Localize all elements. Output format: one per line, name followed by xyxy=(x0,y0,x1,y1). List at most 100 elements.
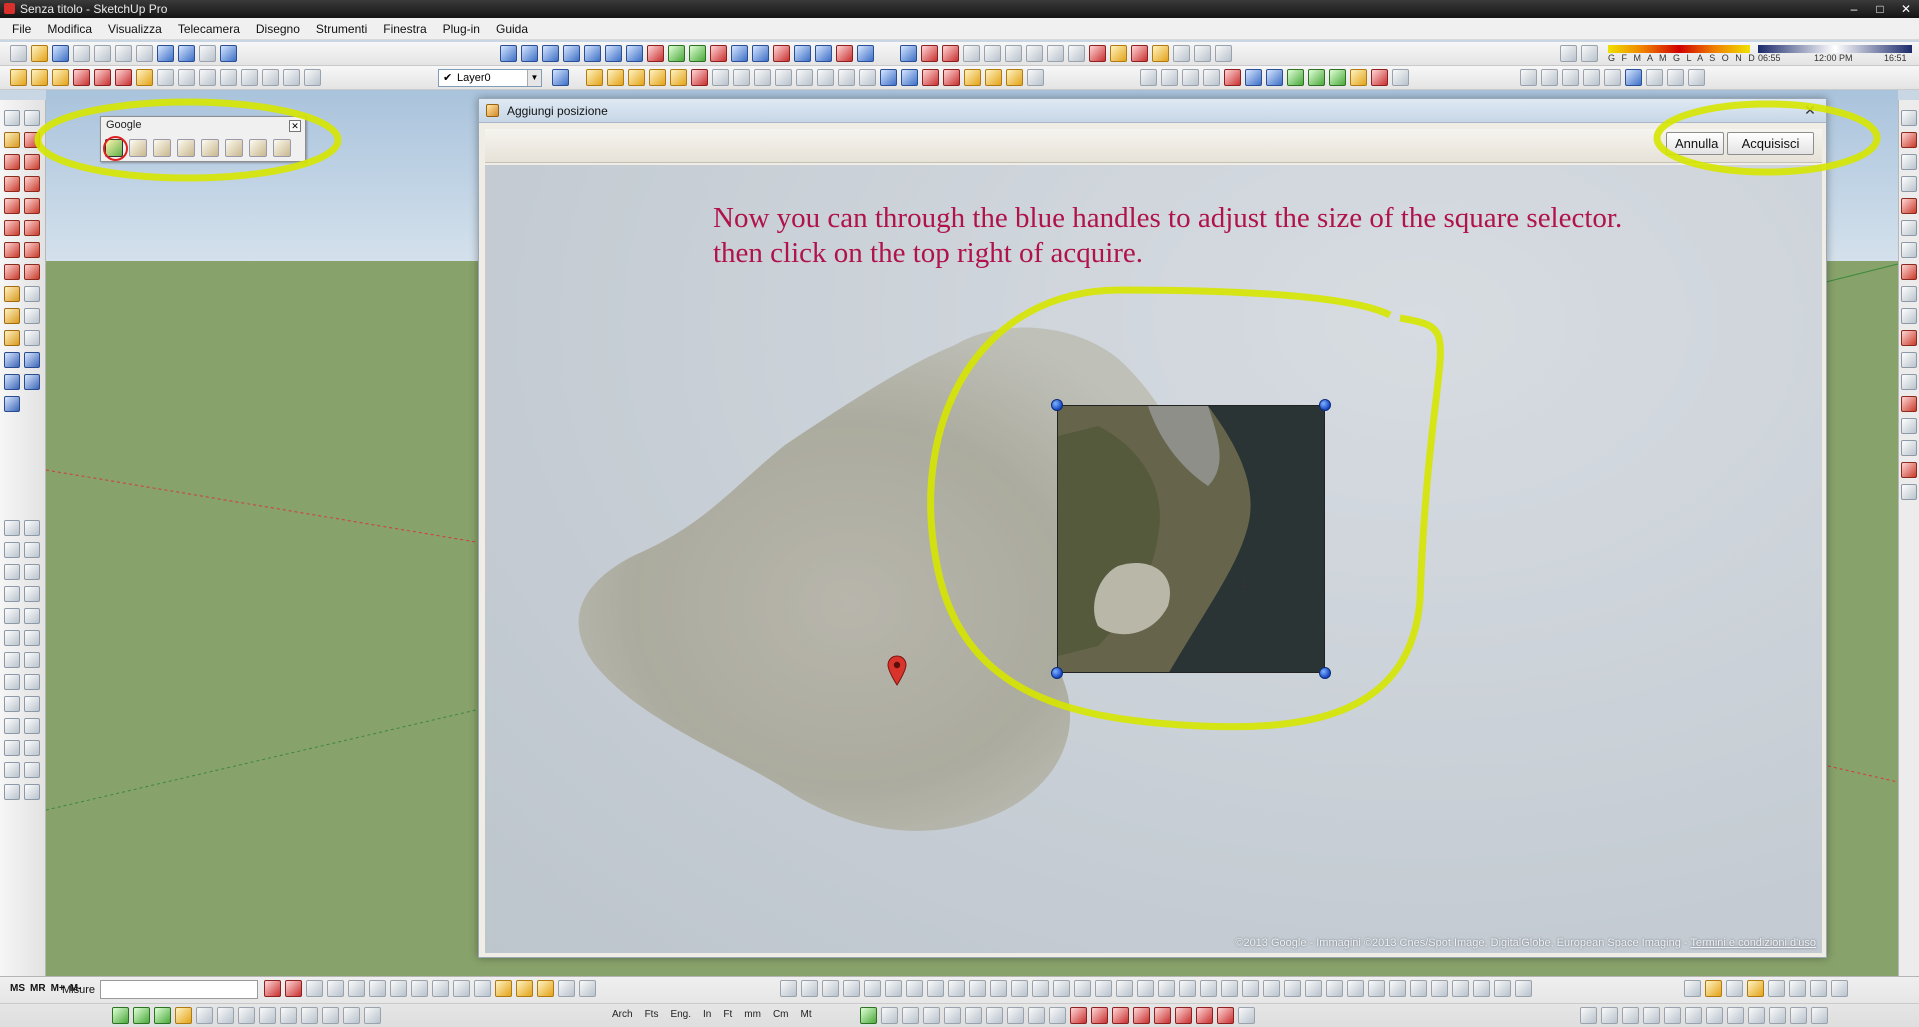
pattern-4-icon[interactable] xyxy=(1643,1007,1660,1024)
right-tool-4-icon[interactable] xyxy=(1901,176,1917,192)
extension-tool-3-icon[interactable] xyxy=(4,542,20,558)
undo-icon[interactable] xyxy=(157,45,174,62)
thicken-icon[interactable] xyxy=(1368,980,1385,997)
pattern-9-icon[interactable] xyxy=(1748,1007,1765,1024)
cut-icon[interactable] xyxy=(73,45,90,62)
minimize-button[interactable]: – xyxy=(1841,0,1867,18)
array-icon[interactable] xyxy=(990,980,1007,997)
pattern-6-icon[interactable] xyxy=(1685,1007,1702,1024)
extension-tool-15-icon[interactable] xyxy=(4,674,20,690)
dome-icon[interactable] xyxy=(537,980,554,997)
left-view-icon[interactable] xyxy=(1068,45,1085,62)
right-tool-7-icon[interactable] xyxy=(1901,242,1917,258)
right-tool-6-icon[interactable] xyxy=(1901,220,1917,236)
camera-position-icon[interactable] xyxy=(157,69,174,86)
erase-icon[interactable] xyxy=(136,45,153,62)
photo-textures-icon[interactable] xyxy=(177,139,195,157)
stitch-icon[interactable] xyxy=(1431,980,1448,997)
trim-icon[interactable] xyxy=(670,69,687,86)
cylinder-icon[interactable] xyxy=(985,69,1002,86)
orient-faces-icon[interactable] xyxy=(901,69,918,86)
extension-tool-21-icon[interactable] xyxy=(4,740,20,756)
get-models-icon[interactable] xyxy=(225,139,243,157)
chevron-down-icon[interactable]: ▼ xyxy=(527,70,541,86)
dimension-linear-icon[interactable] xyxy=(881,1007,898,1024)
circle-draw-icon[interactable] xyxy=(4,176,20,192)
xray-icon[interactable] xyxy=(10,69,27,86)
solid-split-icon[interactable] xyxy=(691,69,708,86)
extension-tool-26-icon[interactable] xyxy=(24,784,40,800)
red-spiral-icon[interactable] xyxy=(1133,1007,1150,1024)
red-curve-icon[interactable] xyxy=(1112,1007,1129,1024)
extension-tool-10-icon[interactable] xyxy=(24,608,40,624)
paint-icon[interactable] xyxy=(1287,69,1304,86)
ellipse-icon[interactable] xyxy=(710,45,727,62)
next-view-icon[interactable] xyxy=(283,69,300,86)
tape-measure-icon[interactable] xyxy=(4,286,20,302)
join-icon[interactable] xyxy=(857,45,874,62)
time-slider[interactable] xyxy=(1758,45,1912,53)
pattern-2-icon[interactable] xyxy=(1601,1007,1618,1024)
extrude-icon[interactable] xyxy=(794,45,811,62)
wave-icon[interactable] xyxy=(1242,980,1259,997)
drape-icon[interactable] xyxy=(1173,45,1190,62)
unhide-icon[interactable] xyxy=(838,69,855,86)
component-icon[interactable] xyxy=(775,69,792,86)
extension-tool-5-icon[interactable] xyxy=(4,564,20,580)
make-face-icon[interactable] xyxy=(922,69,939,86)
unit-eng-button[interactable]: Eng. xyxy=(670,1009,691,1020)
zoom-extents-icon[interactable] xyxy=(241,69,258,86)
front-view-icon[interactable] xyxy=(1005,45,1022,62)
freehand-icon[interactable] xyxy=(521,45,538,62)
fold-icon[interactable] xyxy=(1284,980,1301,997)
right-tool-8-icon[interactable] xyxy=(1901,264,1917,280)
rotate-icon[interactable] xyxy=(921,45,938,62)
ring-icon[interactable] xyxy=(432,980,449,997)
text-label-icon[interactable] xyxy=(1161,69,1178,86)
lattice-icon[interactable] xyxy=(885,980,902,997)
scale-icon[interactable] xyxy=(1095,980,1112,997)
menu-strumenti[interactable]: Strumenti xyxy=(308,18,375,40)
align-icon[interactable] xyxy=(1053,980,1070,997)
extension-tool-23-icon[interactable] xyxy=(4,762,20,778)
spiral-icon[interactable] xyxy=(689,45,706,62)
back-edges-icon[interactable] xyxy=(31,69,48,86)
square-selector[interactable] xyxy=(1057,405,1325,673)
right-tool-10-icon[interactable] xyxy=(1901,308,1917,324)
unit-in-button[interactable]: In xyxy=(703,1009,711,1020)
rectangle-icon[interactable] xyxy=(626,45,643,62)
selector-handle-top-right[interactable] xyxy=(1319,399,1331,411)
pattern-11-icon[interactable] xyxy=(1790,1007,1807,1024)
pan-tool-icon[interactable] xyxy=(24,352,40,368)
window-icon[interactable] xyxy=(1452,980,1469,997)
split-icon[interactable] xyxy=(836,45,853,62)
history-icon[interactable] xyxy=(327,980,344,997)
menu-visualizza[interactable]: Visualizza xyxy=(100,18,170,40)
cleanup-icon[interactable] xyxy=(943,69,960,86)
rectangle-icon[interactable] xyxy=(4,154,20,170)
copy-array-icon[interactable] xyxy=(1011,980,1028,997)
perpendicular-icon[interactable] xyxy=(1007,1007,1024,1024)
group-icon[interactable] xyxy=(754,69,771,86)
print-icon[interactable] xyxy=(199,45,216,62)
ruler-icon[interactable] xyxy=(238,1007,255,1024)
right-tool-3-icon[interactable] xyxy=(1901,154,1917,170)
extension-tool-9-icon[interactable] xyxy=(4,608,20,624)
clock-icon[interactable] xyxy=(1238,1007,1255,1024)
export-icon[interactable] xyxy=(1266,69,1283,86)
roof-icon[interactable] xyxy=(1494,980,1511,997)
red-arc-icon[interactable] xyxy=(1070,1007,1087,1024)
terms-link[interactable]: Termini e condizioni d'uso xyxy=(1690,937,1816,949)
dimension-icon[interactable] xyxy=(1140,69,1157,86)
projection-icon[interactable] xyxy=(1646,69,1663,86)
scene-icon[interactable] xyxy=(1245,69,1262,86)
section-plane-icon[interactable] xyxy=(1089,45,1106,62)
rotate-tool-icon[interactable] xyxy=(4,242,20,258)
move-tool-icon[interactable] xyxy=(4,220,20,236)
3d-text-tool-icon[interactable] xyxy=(24,330,40,346)
arc-draw-icon[interactable] xyxy=(24,176,40,192)
loft-icon[interactable] xyxy=(948,980,965,997)
extension-tool-20-icon[interactable] xyxy=(24,718,40,734)
right-tool-18-icon[interactable] xyxy=(1901,484,1917,500)
extrude-path-icon[interactable] xyxy=(133,1007,150,1024)
